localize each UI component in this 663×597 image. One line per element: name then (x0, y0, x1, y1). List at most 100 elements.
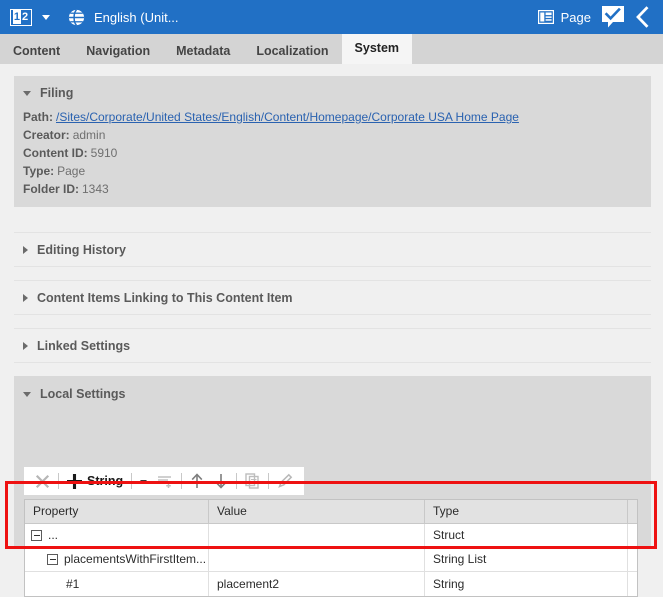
edit-button[interactable] (272, 469, 298, 493)
tab-bar: Content Navigation Metadata Localization… (0, 34, 663, 64)
move-up-button[interactable] (185, 469, 209, 493)
toolbar-separator (236, 473, 238, 489)
add-string-label: String (87, 474, 124, 488)
grid-cell-spacer (628, 572, 637, 596)
tab-content[interactable]: Content (0, 38, 73, 64)
version-badge-first: 1 (12, 10, 21, 24)
delete-icon (35, 474, 50, 488)
expander-icon[interactable] (47, 554, 58, 565)
grid-cell-property-text: ... (48, 528, 59, 542)
grid-cell-type: String (425, 572, 628, 596)
section-filing-header[interactable]: Filing (14, 76, 651, 104)
section-local-settings-header[interactable]: Local Settings (14, 376, 651, 405)
tab-navigation[interactable]: Navigation (73, 38, 163, 64)
version-badge[interactable]: 12 (10, 8, 32, 26)
field-creator-label: Creator: (23, 128, 70, 142)
grid-cell-type: Struct (425, 524, 628, 547)
grid-cell-value: placement2 (209, 572, 425, 596)
grid-header-value[interactable]: Value (209, 500, 425, 523)
field-path: Path:/Sites/Corporate/United States/Engl… (14, 108, 651, 126)
grid-cell-spacer (628, 524, 637, 547)
add-string-button[interactable]: String (62, 469, 128, 493)
plus-icon (67, 473, 82, 489)
chevron-down-icon (140, 479, 148, 484)
field-folder-id: Folder ID: 1343 (14, 180, 651, 198)
triangle-right-icon[interactable] (23, 246, 28, 254)
language-label[interactable]: English (Unit... (94, 10, 179, 25)
local-settings-toolbar: String (24, 467, 305, 495)
grid-header-spacer (628, 500, 637, 523)
tab-metadata[interactable]: Metadata (163, 38, 243, 64)
section-linked-settings-title: Linked Settings (37, 339, 131, 353)
field-content-id-value: 5910 (90, 146, 118, 160)
move-down-button[interactable] (209, 469, 233, 493)
section-linked-settings-header[interactable]: Linked Settings (14, 329, 651, 363)
section-linking-items-title: Content Items Linking to This Content It… (37, 291, 293, 305)
toolbar-separator (268, 473, 270, 489)
title-bar-right: Page (537, 5, 663, 29)
grid-cell-value (209, 548, 425, 571)
add-list-button[interactable] (152, 469, 178, 493)
page-label[interactable]: Page (561, 10, 591, 25)
tab-localization[interactable]: Localization (243, 38, 341, 64)
chevron-down-icon[interactable] (42, 14, 50, 20)
toolbar-separator (131, 473, 133, 489)
field-content-id: Content ID: 5910 (14, 144, 651, 162)
triangle-right-icon[interactable] (23, 294, 28, 302)
field-creator-value: admin (72, 128, 106, 142)
grid-cell-value (209, 524, 425, 547)
grid-header-property[interactable]: Property (25, 500, 209, 523)
title-bar-left: 12 English (Unit... (0, 8, 179, 26)
content-area: Filing Path:/Sites/Corporate/United Stat… (0, 64, 663, 597)
arrow-down-icon (215, 474, 227, 489)
grid-cell-property: #1 (25, 572, 209, 596)
grid-cell-type: String List (425, 548, 628, 571)
section-editing-history[interactable]: Editing History (14, 232, 651, 267)
page-icon[interactable] (537, 10, 554, 24)
triangle-right-icon[interactable] (23, 342, 28, 350)
add-type-dropdown[interactable] (135, 469, 152, 493)
triangle-down-icon[interactable] (23, 391, 31, 397)
grid-cell-property: placementsWithFirstItem... (25, 548, 209, 571)
grid-cell-spacer (628, 548, 637, 571)
field-path-label: Path: (23, 110, 53, 124)
section-editing-history-title: Editing History (37, 243, 126, 257)
add-list-icon (158, 475, 172, 488)
tab-system[interactable]: System (341, 34, 413, 64)
title-bar: 12 English (Unit... Page (0, 0, 663, 34)
section-filing: Filing Path:/Sites/Corporate/United Stat… (14, 76, 651, 207)
section-local-settings-title: Local Settings (40, 387, 126, 401)
pencil-icon (278, 473, 293, 488)
table-row[interactable]: placementsWithFirstItem... String List (25, 548, 637, 572)
version-badge-second: 2 (22, 11, 29, 23)
expander-icon[interactable] (31, 530, 42, 541)
section-filing-title: Filing (40, 86, 74, 100)
section-linking-items[interactable]: Content Items Linking to This Content It… (14, 280, 651, 315)
table-row[interactable]: ... Struct (25, 524, 637, 548)
field-type-value: Page (57, 164, 86, 178)
delete-button[interactable] (30, 469, 55, 493)
copy-icon (245, 473, 259, 489)
field-creator: Creator: admin (14, 126, 651, 144)
section-linking-items-header[interactable]: Content Items Linking to This Content It… (14, 281, 651, 315)
field-path-link[interactable]: /Sites/Corporate/United States/English/C… (56, 110, 519, 124)
triangle-down-icon[interactable] (23, 90, 31, 96)
arrow-up-icon (191, 473, 203, 488)
check-badge-icon[interactable] (601, 5, 625, 29)
field-folder-id-label: Folder ID: (23, 182, 79, 196)
grid-header-type[interactable]: Type (425, 500, 628, 523)
chevron-left-icon[interactable] (633, 6, 651, 28)
grid-header-row: Property Value Type (25, 500, 637, 524)
local-settings-grid: Property Value Type ... Struct placement… (24, 499, 638, 597)
section-editing-history-header[interactable]: Editing History (14, 233, 651, 267)
field-content-id-label: Content ID: (23, 146, 88, 160)
field-type-label: Type: (23, 164, 55, 178)
copy-button[interactable] (240, 469, 265, 493)
grid-cell-property-text: placementsWithFirstItem... (64, 552, 207, 566)
table-row[interactable]: #1 placement2 String (25, 572, 637, 596)
grid-cell-property-text: #1 (66, 576, 80, 591)
grid-cell-property: ... (25, 524, 209, 547)
globe-icon[interactable] (68, 8, 85, 26)
section-linked-settings[interactable]: Linked Settings (14, 328, 651, 363)
field-type: Type: Page (14, 162, 651, 180)
